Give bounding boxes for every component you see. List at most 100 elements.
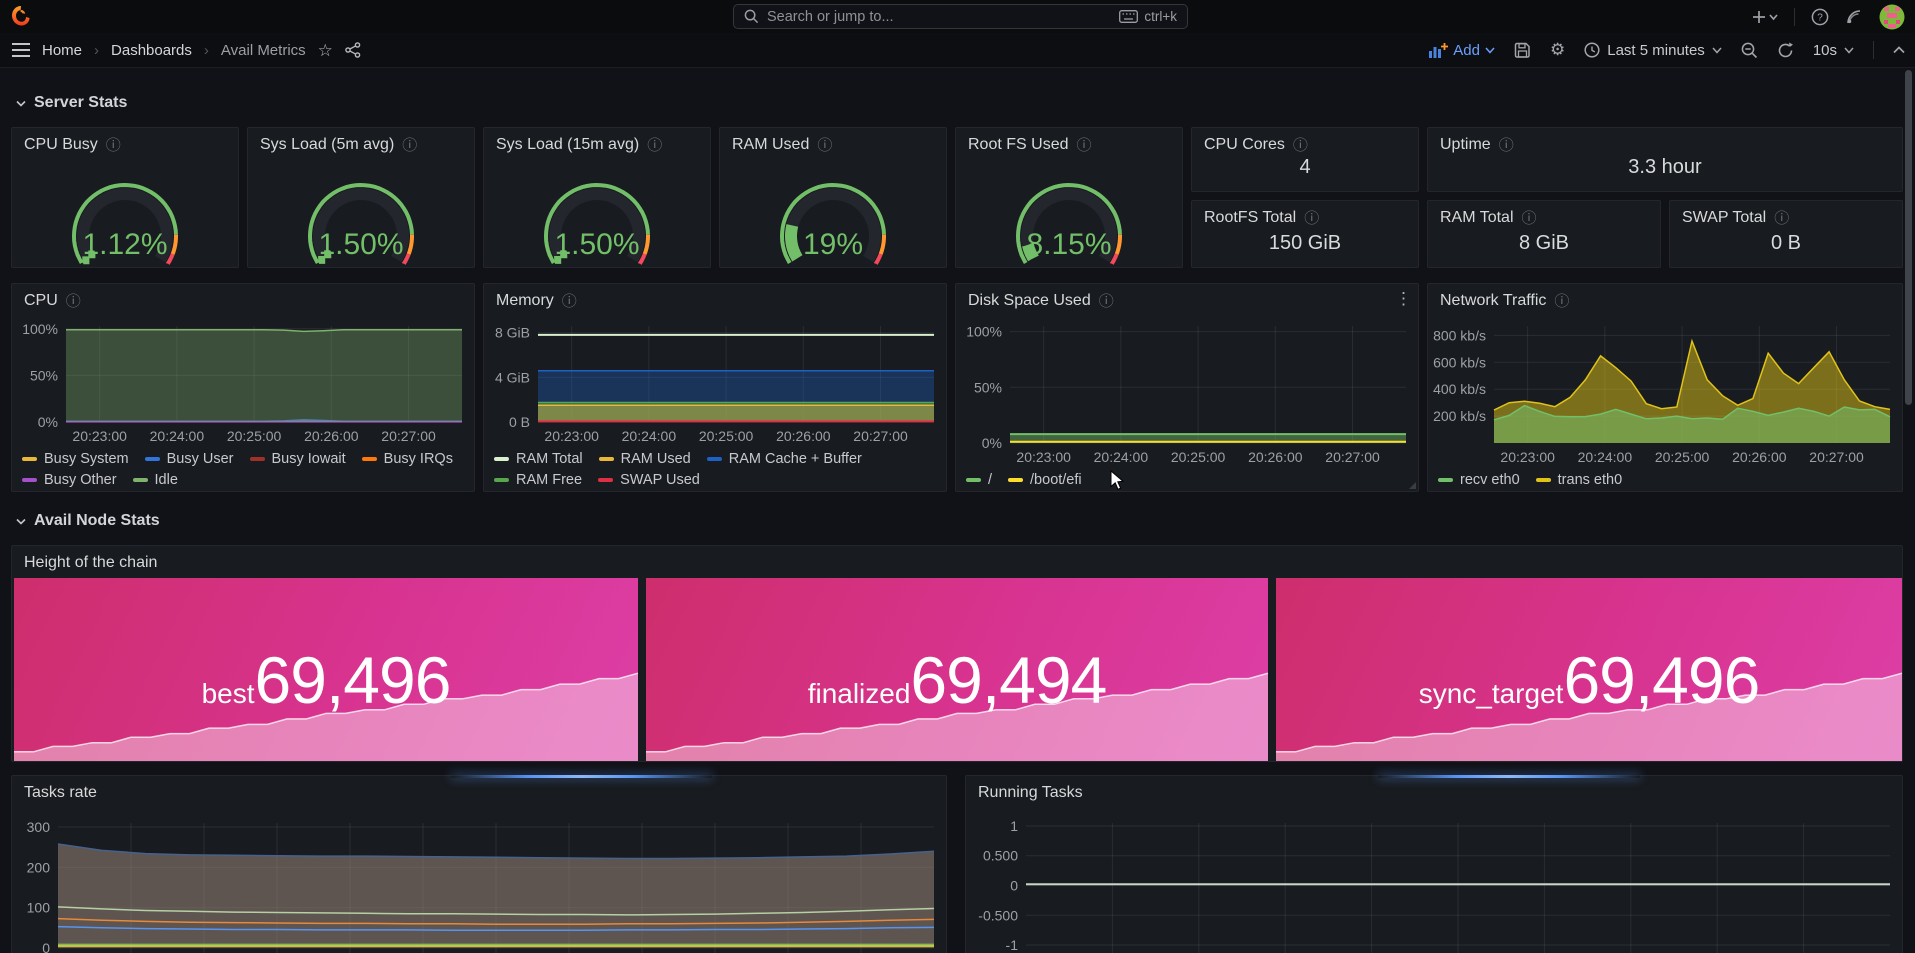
legend-item[interactable]: RAM Cache + Buffer <box>707 451 862 467</box>
info-icon[interactable]: ⓘ <box>66 294 81 309</box>
refresh-button[interactable] <box>1777 42 1794 59</box>
info-icon[interactable]: ⓘ <box>1293 138 1308 153</box>
panel-title[interactable]: Network Traffic <box>1440 291 1546 311</box>
stat-sync-target[interactable]: sync_target69,496 <box>1276 578 1902 761</box>
menu-button[interactable] <box>12 43 30 57</box>
add-panel-icon <box>1429 43 1448 58</box>
add-button[interactable]: Add <box>1429 42 1495 59</box>
zoom-out-button[interactable] <box>1741 42 1758 59</box>
legend-item[interactable]: / <box>966 472 992 488</box>
panel-title[interactable]: CPU <box>24 291 58 311</box>
refresh-interval-picker[interactable]: 10s <box>1813 42 1854 59</box>
panel-title[interactable]: Running Tasks <box>978 783 1083 803</box>
gauge-chart[interactable]: 1.12% <box>12 160 238 265</box>
cpu-chart[interactable]: 0%50%100%20:23:0020:24:0020:25:0020:26:0… <box>12 314 474 448</box>
search-input[interactable]: Search or jump to... ctrl+k <box>733 4 1188 29</box>
panel-root-fs-used: Root FS Used ⓘ 8.15% <box>955 127 1183 268</box>
stat-finalized[interactable]: finalized69,494 <box>646 578 1268 761</box>
legend-item[interactable]: Busy System <box>22 451 129 467</box>
stat-value: 69,496 <box>255 642 451 718</box>
svg-text:8 GiB: 8 GiB <box>495 325 530 341</box>
legend-item[interactable]: /boot/efi <box>1008 472 1082 488</box>
info-icon[interactable]: ⓘ <box>817 138 832 153</box>
info-icon[interactable]: ⓘ <box>1099 294 1114 309</box>
info-icon[interactable]: ⓘ <box>562 294 577 309</box>
panel-title[interactable]: SWAP Total <box>1682 208 1766 228</box>
grafana-logo[interactable] <box>10 5 32 27</box>
panel-title[interactable]: Memory <box>496 291 554 311</box>
legend-item[interactable]: recv eth0 <box>1438 472 1520 488</box>
panel-title[interactable]: Root FS Used <box>968 135 1068 155</box>
legend-item[interactable]: Busy IRQs <box>362 451 453 467</box>
favorite-star-icon[interactable]: ☆ <box>318 42 333 59</box>
stat-value: 69,494 <box>910 642 1106 718</box>
info-icon[interactable]: ⓘ <box>1499 138 1514 153</box>
disk-chart[interactable]: 0%50%100%20:23:0020:24:0020:25:0020:26:0… <box>956 314 1418 469</box>
news-button[interactable] <box>1845 8 1863 26</box>
section-server-stats[interactable]: Server Stats <box>16 94 127 112</box>
info-icon[interactable]: ⓘ <box>1076 138 1091 153</box>
resize-handle[interactable] <box>1409 482 1416 489</box>
panel-title[interactable]: Tasks rate <box>24 783 97 803</box>
stat-best[interactable]: best69,496 <box>14 578 638 761</box>
running-tasks-chart[interactable]: 10.5000-0.500-1 <box>966 806 1902 953</box>
settings-button[interactable]: ⚙ <box>1550 40 1565 60</box>
legend-item[interactable]: SWAP Used <box>598 472 700 488</box>
panel-title[interactable]: Sys Load (15m avg) <box>496 135 639 155</box>
avatar[interactable] <box>1879 4 1905 30</box>
chevron-down-icon <box>1844 47 1854 54</box>
add-label: Add <box>1453 42 1480 59</box>
gauge-chart[interactable]: 19% <box>720 160 946 265</box>
new-button[interactable] <box>1752 10 1778 24</box>
tasks-rate-chart[interactable]: 0100200300 <box>12 806 946 953</box>
info-icon[interactable]: ⓘ <box>1554 294 1569 309</box>
legend-item[interactable]: RAM Total <box>494 451 583 467</box>
panel-menu-icon[interactable]: ⋮ <box>1395 289 1412 309</box>
stat-label: finalized <box>808 678 911 710</box>
svg-text:20:24:00: 20:24:00 <box>622 428 677 444</box>
info-icon[interactable]: ⓘ <box>1304 211 1319 226</box>
legend-item[interactable]: RAM Used <box>599 451 691 467</box>
share-button[interactable] <box>345 42 361 58</box>
top-nav-bar: Search or jump to... ctrl+k <box>0 0 1915 33</box>
gauge-chart[interactable]: 8.15% <box>956 160 1182 265</box>
panel-title[interactable]: RAM Total <box>1440 208 1514 228</box>
legend-item[interactable]: Idle <box>133 472 178 488</box>
panel-title[interactable]: CPU Cores <box>1204 135 1285 155</box>
legend-item[interactable]: Busy Other <box>22 472 117 488</box>
legend-item[interactable]: Busy Iowait <box>250 451 346 467</box>
panel-swap-total: SWAP Totalⓘ 0 B <box>1669 200 1903 268</box>
panel-title[interactable]: RAM Used <box>732 135 809 155</box>
info-icon[interactable]: ⓘ <box>106 138 121 153</box>
gauge-chart[interactable]: 1.50% <box>484 160 710 265</box>
breadcrumb-home[interactable]: Home <box>42 42 82 59</box>
mouse-cursor <box>1110 470 1124 491</box>
legend-item[interactable]: RAM Free <box>494 472 582 488</box>
time-range-picker[interactable]: Last 5 minutes <box>1584 42 1722 59</box>
collapse-toolbar-button[interactable] <box>1893 46 1905 54</box>
legend-item[interactable]: trans eth0 <box>1536 472 1623 488</box>
info-icon[interactable]: ⓘ <box>402 138 417 153</box>
help-button[interactable]: ? <box>1811 8 1829 26</box>
gauge-chart[interactable]: 1.50% <box>248 160 474 265</box>
info-icon[interactable]: ⓘ <box>1774 211 1789 226</box>
svg-text:20:25:00: 20:25:00 <box>227 428 282 444</box>
search-icon <box>744 9 759 24</box>
panel-title[interactable]: Sys Load (5m avg) <box>260 135 394 155</box>
panel-title[interactable]: Disk Space Used <box>968 291 1091 311</box>
legend-item[interactable]: Busy User <box>145 451 234 467</box>
section-avail-node-stats[interactable]: Avail Node Stats <box>16 512 160 530</box>
svg-text:19%: 19% <box>803 228 863 261</box>
memory-chart[interactable]: 0 B4 GiB8 GiB20:23:0020:24:0020:25:0020:… <box>484 314 946 448</box>
breadcrumb-dashboards[interactable]: Dashboards <box>111 42 192 59</box>
panel-title[interactable]: Uptime <box>1440 135 1491 155</box>
panel-title[interactable]: Height of the chain <box>24 553 157 573</box>
info-icon[interactable]: ⓘ <box>1522 211 1537 226</box>
scrollbar-thumb[interactable] <box>1905 70 1912 405</box>
network-chart[interactable]: 200 kb/s400 kb/s600 kb/s800 kb/s20:23:00… <box>1428 314 1902 469</box>
panel-title[interactable]: CPU Busy <box>24 135 98 155</box>
svg-text:600 kb/s: 600 kb/s <box>1433 354 1486 370</box>
save-button[interactable] <box>1514 42 1531 59</box>
info-icon[interactable]: ⓘ <box>647 138 662 153</box>
panel-title[interactable]: RootFS Total <box>1204 208 1296 228</box>
